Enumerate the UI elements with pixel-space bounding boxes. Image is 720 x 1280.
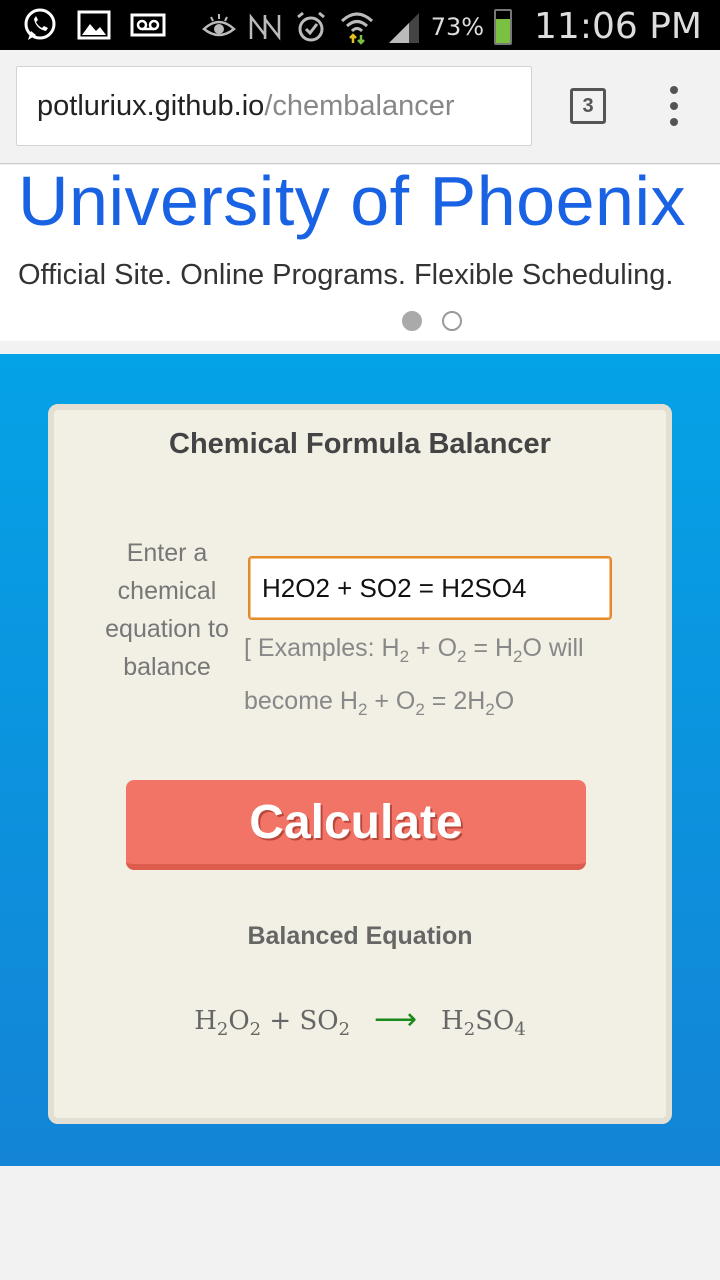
- url-bar[interactable]: potluriux.github.io/chembalancer: [16, 66, 532, 146]
- balancer-card: Chemical Formula Balancer Enter a chemic…: [48, 404, 672, 1124]
- ad-title[interactable]: University of Phoenix: [18, 165, 686, 241]
- status-bar-left-icons: [22, 7, 166, 43]
- tab-count: 3: [582, 94, 594, 117]
- ad-banner[interactable]: University of Phoenix Official Site. Onl…: [0, 165, 720, 341]
- tab-switcher-button[interactable]: 3: [570, 88, 606, 124]
- result-title: Balanced Equation: [247, 922, 473, 950]
- url-host: potluriux.github.io: [37, 89, 265, 122]
- balanced-equation: H2O2 + SO2 ⟶ H2SO4: [194, 1002, 526, 1041]
- calculate-button[interactable]: Calculate: [126, 780, 586, 870]
- voicemail-icon: [130, 13, 166, 37]
- examples-prefix: [ Examples: H: [244, 634, 400, 662]
- equation-input[interactable]: [248, 556, 612, 620]
- status-bar: 73% 11:06 PM: [0, 0, 720, 50]
- gallery-icon: [77, 10, 111, 40]
- ad-page-dot-1[interactable]: [402, 311, 422, 331]
- equation-input-label: Enter a chemical equation to balance: [105, 539, 229, 681]
- alarm-icon: [296, 11, 325, 41]
- ad-subtitle: Official Site. Online Programs. Flexible…: [18, 259, 674, 291]
- ad-pagination: [402, 311, 462, 331]
- wifi-icon: [340, 12, 373, 45]
- browser-toolbar: potluriux.github.io/chembalancer 3: [0, 50, 720, 164]
- battery-percent: 73%: [430, 12, 485, 41]
- page-footer-area: [0, 1166, 720, 1280]
- battery-icon: [494, 8, 513, 45]
- nfc-icon: [249, 12, 280, 41]
- overflow-menu-icon[interactable]: [664, 86, 684, 126]
- ad-page-dot-2[interactable]: [442, 311, 462, 331]
- status-bar-right: 73% 11:06 PM: [201, 6, 702, 47]
- reaction-arrow-icon: ⟶: [374, 1002, 418, 1037]
- clock: 11:06 PM: [534, 6, 702, 47]
- battery-level: [496, 19, 511, 43]
- signal-icon: [388, 12, 419, 43]
- eye-icon: [201, 13, 236, 36]
- app-background: Chemical Formula Balancer Enter a chemic…: [0, 354, 720, 1166]
- examples-hint: [ Examples: H2 + O2 = H2O will become H2…: [244, 634, 584, 719]
- url-path: /chembalancer: [264, 89, 455, 122]
- whatsapp-icon: [24, 8, 56, 40]
- page-title: Chemical Formula Balancer: [169, 428, 551, 460]
